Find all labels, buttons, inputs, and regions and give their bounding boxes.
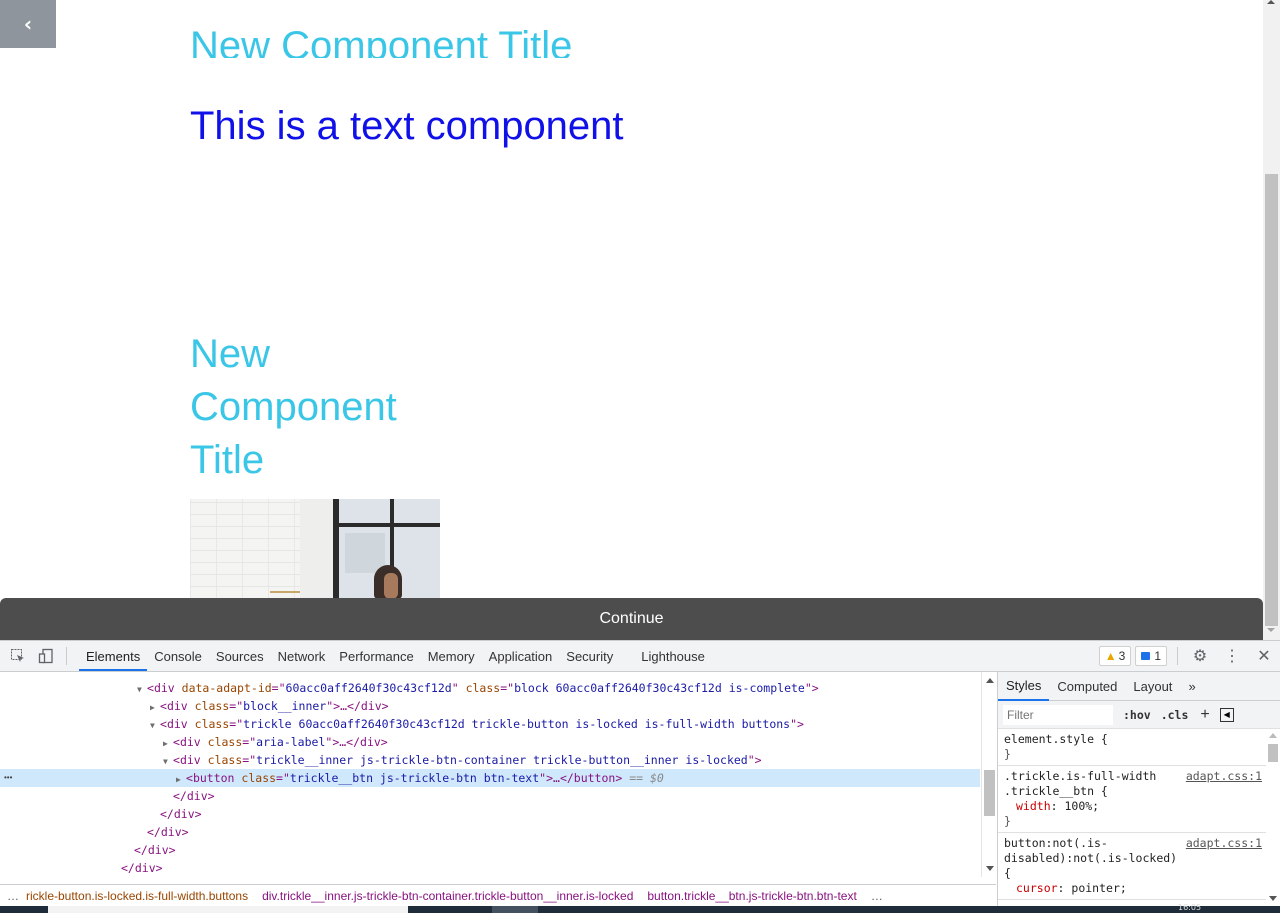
- dom-node-selected[interactable]: ▶ <button class="trickle__btn js-trickle-…: [0, 769, 980, 787]
- component-title: New Component Title: [190, 332, 397, 482]
- node-actions-icon[interactable]: •••: [4, 769, 12, 787]
- scroll-up-icon[interactable]: [986, 678, 994, 683]
- tab-security[interactable]: Security: [559, 641, 620, 671]
- breadcrumb-overflow[interactable]: …: [0, 889, 26, 903]
- more-options-button[interactable]: ⋮: [1216, 641, 1248, 671]
- chevron-left-icon: ‹: [23, 12, 33, 36]
- breadcrumb-item[interactable]: button.trickle__btn.js-trickle-btn.btn-t…: [640, 889, 864, 903]
- devtools-panel: Elements Console Sources Network Performance…: [0, 640, 1280, 907]
- dom-breadcrumbs: … rickle-button.is-locked.is-full-width.b…: [0, 884, 996, 907]
- messages-badge[interactable]: 1: [1135, 646, 1167, 666]
- dom-node[interactable]: ▼ <div class="trickle 60acc0aff2640f30c43…: [0, 715, 980, 733]
- dom-node[interactable]: </div>: [0, 859, 980, 877]
- taskbar-clock: 16:05: [1178, 903, 1202, 912]
- back-button[interactable]: ‹: [0, 0, 56, 48]
- scrollbar-thumb[interactable]: [1265, 174, 1278, 626]
- dom-node[interactable]: ▼ <div data-adapt-id="60acc0aff2640f30c43…: [0, 679, 980, 697]
- styles-scrollbar[interactable]: [1266, 730, 1280, 907]
- kebab-menu-icon: ⋮: [1224, 648, 1240, 665]
- continue-button[interactable]: Continue: [0, 598, 1263, 640]
- scrollbar-thumb[interactable]: [1268, 744, 1278, 762]
- taskbar-search[interactable]: [48, 906, 408, 913]
- elements-scrollbar[interactable]: [981, 672, 996, 877]
- devtools-tabs: Elements Console Sources Network Performance…: [79, 641, 712, 671]
- gear-icon: ⚙: [1192, 648, 1208, 665]
- close-devtools-button[interactable]: ✕: [1248, 641, 1280, 671]
- close-icon: ✕: [1257, 648, 1271, 665]
- rule-source-link[interactable]: adapt.css:1: [1186, 769, 1262, 784]
- toggle-sidebar-icon[interactable]: ◀: [1219, 707, 1234, 722]
- scrollbar-thumb[interactable]: [984, 770, 995, 816]
- style-property[interactable]: cursor: pointer;: [1004, 881, 1262, 896]
- scroll-down-icon[interactable]: [986, 866, 994, 871]
- tab-sources[interactable]: Sources: [209, 641, 271, 671]
- class-toggle[interactable]: .cls: [1161, 708, 1189, 722]
- dom-node[interactable]: ▶ <div class="block__inner">…</div>: [0, 697, 980, 715]
- new-rule-button[interactable]: +: [1200, 706, 1209, 724]
- styles-tabs: Styles Computed Layout»: [998, 672, 1280, 701]
- clipped-component-title: New Component Title: [190, 24, 573, 58]
- breadcrumb-item[interactable]: rickle-button.is-locked.is-full-width.bu…: [26, 889, 255, 903]
- hover-state-toggle[interactable]: :hov: [1123, 708, 1151, 722]
- warning-icon: ▲: [1104, 649, 1117, 663]
- tab-console[interactable]: Console: [147, 641, 209, 671]
- inspect-element-icon[interactable]: [4, 641, 32, 671]
- os-taskbar: 16:05: [0, 903, 1280, 913]
- page-viewport: ‹ New Component Title This is a text com…: [0, 0, 1280, 640]
- tab-network[interactable]: Network: [271, 641, 333, 671]
- warnings-badge[interactable]: ▲ 3: [1098, 646, 1132, 666]
- settings-button[interactable]: ⚙: [1184, 641, 1216, 671]
- scroll-up-icon[interactable]: [1267, 0, 1275, 4]
- image-brick-wall: [190, 499, 300, 599]
- styles-filter-input[interactable]: [1003, 704, 1113, 725]
- component-image: [190, 499, 440, 599]
- message-icon: [1141, 652, 1151, 660]
- dom-node[interactable]: ▼ <div class="trickle__inner js-trickle-b…: [0, 751, 980, 769]
- tab-elements[interactable]: Elements: [79, 641, 148, 671]
- device-toolbar-icon[interactable]: [32, 641, 60, 671]
- tab-lighthouse[interactable]: Lighthouse: [634, 641, 712, 671]
- style-rule[interactable]: .trickle.is-full-width .trickle__btn {ad…: [998, 766, 1280, 833]
- dom-node[interactable]: ▶ <div class="aria-label">…</div>: [0, 733, 980, 751]
- dom-node[interactable]: </div>: [0, 805, 980, 823]
- more-tabs-icon[interactable]: »: [1180, 672, 1203, 701]
- scroll-down-icon[interactable]: [1267, 628, 1275, 632]
- tab-application[interactable]: Application: [482, 641, 560, 671]
- elements-tree[interactable]: ▼ <div data-adapt-id="60acc0aff2640f30c43…: [0, 672, 996, 877]
- style-rule[interactable]: element.style {}: [998, 729, 1280, 766]
- rule-source-link[interactable]: adapt.css:1: [1186, 836, 1262, 851]
- dom-node[interactable]: </div>: [0, 823, 980, 841]
- styles-tab-styles[interactable]: Styles: [998, 672, 1050, 701]
- breadcrumb-item[interactable]: div.trickle__inner.js-trickle-btn-contai…: [255, 889, 640, 903]
- image-pillar: [300, 499, 334, 599]
- style-rules: element.style {} .trickle.is-full-width .…: [998, 729, 1280, 900]
- tab-performance[interactable]: Performance: [332, 641, 420, 671]
- style-property[interactable]: width: 100%;: [1004, 799, 1262, 814]
- styles-tab-layout[interactable]: Layout: [1125, 672, 1180, 701]
- taskbar-app[interactable]: [492, 906, 538, 913]
- dom-node[interactable]: </div>: [0, 787, 980, 805]
- style-rule[interactable]: button:not(.is-disabled):not(.is-locked)…: [998, 833, 1280, 900]
- rule-selector: element.style {: [1004, 732, 1108, 746]
- styles-pane: StylesComputedLayout» :hov .cls + ◀ elem…: [997, 672, 1280, 907]
- styles-tab-computed[interactable]: Computed: [1049, 672, 1125, 701]
- devtools-toolbar: Elements Console Sources Network Performance…: [0, 641, 1280, 672]
- dom-node[interactable]: </div>: [0, 841, 980, 859]
- page-scrollbar[interactable]: [1263, 0, 1280, 640]
- tab-memory[interactable]: Memory: [421, 641, 482, 671]
- text-component: This is a text component: [190, 104, 624, 148]
- toolbar-divider: [66, 647, 67, 665]
- breadcrumb-overflow[interactable]: …: [864, 889, 890, 903]
